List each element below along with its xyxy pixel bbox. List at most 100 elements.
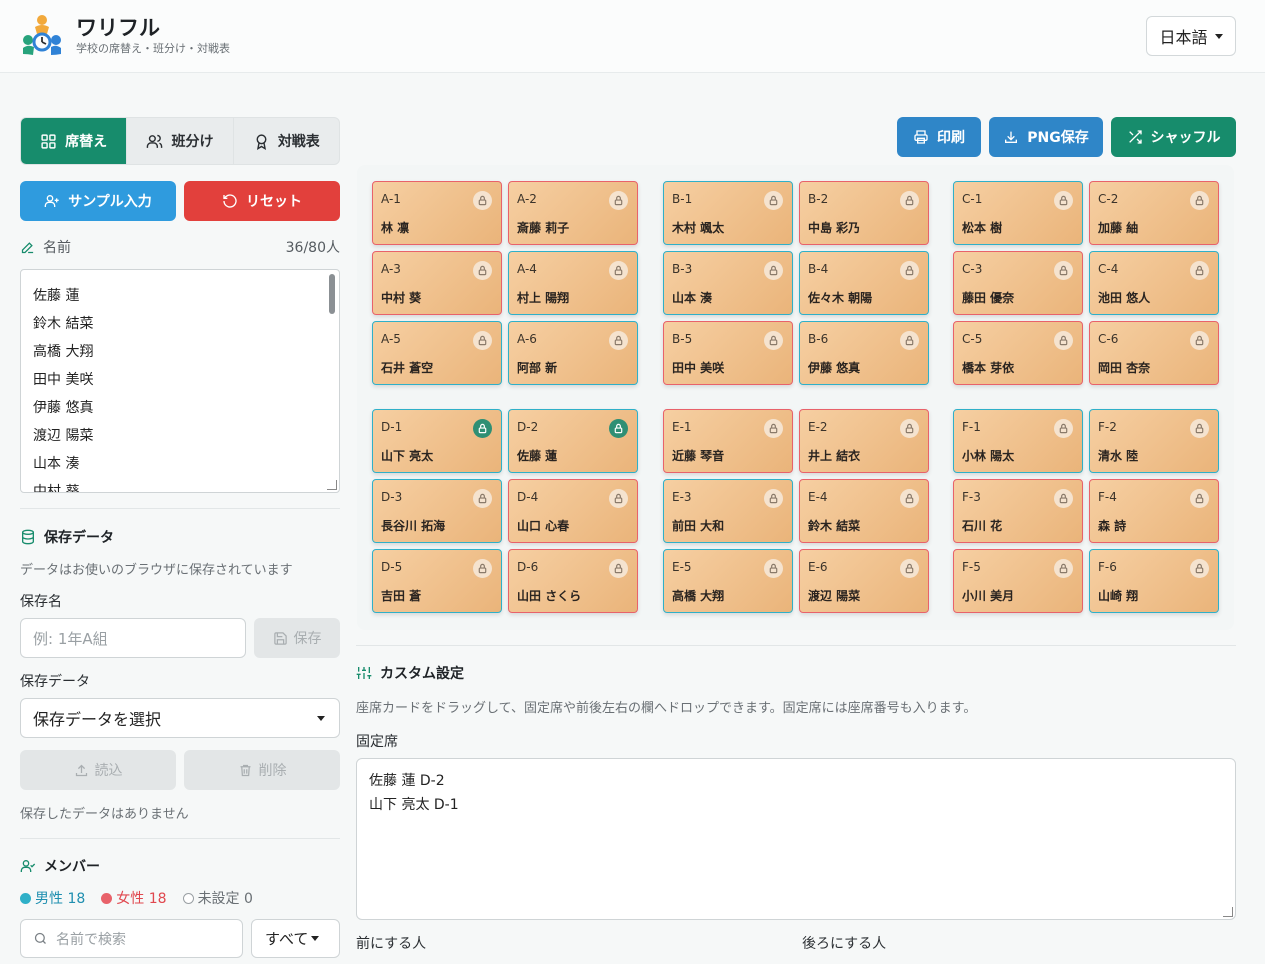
load-button-label: 読込 xyxy=(94,763,123,779)
lock-icon[interactable] xyxy=(764,489,783,508)
lock-icon[interactable] xyxy=(1054,419,1073,438)
lock-icon[interactable] xyxy=(473,559,492,578)
seat-card[interactable]: D-2 佐藤 蓮 xyxy=(508,409,638,473)
seat-card[interactable]: E-2 井上 結衣 xyxy=(799,409,929,473)
tab-matchups[interactable]: 対戦表 xyxy=(234,118,339,164)
fixed-seats-textarea[interactable]: 佐藤 蓮 D-2 山下 亮太 D-1 xyxy=(356,758,1236,920)
lock-icon[interactable] xyxy=(1190,559,1209,578)
seat-card[interactable]: E-1 近藤 琴音 xyxy=(663,409,793,473)
lock-icon[interactable] xyxy=(1190,191,1209,210)
seat-card[interactable]: D-1 山下 亮太 xyxy=(372,409,502,473)
lock-icon[interactable] xyxy=(900,191,919,210)
shuffle-label: シャッフル xyxy=(1150,130,1221,146)
language-select[interactable]: 日本語 xyxy=(1146,16,1236,56)
seat-card[interactable]: F-3 石川 花 xyxy=(953,479,1083,543)
save-name-input[interactable]: 例: 1年A組 xyxy=(20,618,246,658)
seat-card[interactable]: A-4 村上 陽翔 xyxy=(508,251,638,315)
save-button[interactable]: 保存 xyxy=(254,618,340,658)
lock-icon[interactable] xyxy=(1054,331,1073,350)
seat-card[interactable]: A-1 林 凛 xyxy=(372,181,502,245)
tab-seating[interactable]: 席替え xyxy=(21,118,128,164)
lock-icon[interactable] xyxy=(1054,489,1073,508)
seat-card[interactable]: B-5 田中 美咲 xyxy=(663,321,793,385)
seat-card[interactable]: B-6 伊藤 悠真 xyxy=(799,321,929,385)
seat-card[interactable]: D-6 山田 さくら xyxy=(508,549,638,613)
lock-icon[interactable] xyxy=(609,559,628,578)
seat-card[interactable]: C-2 加藤 紬 xyxy=(1089,181,1219,245)
chevron-down-icon xyxy=(1214,33,1223,39)
names-textarea[interactable]: 佐藤 蓮鈴木 結菜 高橋 大翔 田中 美咲 伊藤 悠真 渡辺 陽菜 山本 湊中村 葵 xyxy=(20,269,340,493)
seat-card[interactable]: F-1 小林 陽太 xyxy=(953,409,1083,473)
seat-card[interactable]: A-3 中村 葵 xyxy=(372,251,502,315)
lock-icon[interactable] xyxy=(609,331,628,350)
saved-data-select[interactable]: 保存データを選択 xyxy=(20,698,340,738)
member-search-input[interactable]: 名前で検索 xyxy=(20,919,243,958)
seat-card[interactable]: C-4 池田 悠人 xyxy=(1089,251,1219,315)
scrollbar-thumb[interactable] xyxy=(329,274,335,314)
lock-icon[interactable] xyxy=(1190,331,1209,350)
seat-card[interactable]: F-4 森 詩 xyxy=(1089,479,1219,543)
lock-icon[interactable] xyxy=(1190,419,1209,438)
seat-card[interactable]: C-1 松本 樹 xyxy=(953,181,1083,245)
seat-id: B-2 xyxy=(808,192,829,206)
png-save-button[interactable]: PNG保存 xyxy=(989,117,1103,157)
lock-icon[interactable] xyxy=(473,191,492,210)
seat-card[interactable]: E-3 前田 大和 xyxy=(663,479,793,543)
lock-icon[interactable] xyxy=(764,191,783,210)
lock-icon[interactable] xyxy=(764,331,783,350)
lock-icon[interactable] xyxy=(900,261,919,280)
lock-icon[interactable] xyxy=(1190,261,1209,280)
lock-icon[interactable] xyxy=(1054,261,1073,280)
seat-card[interactable]: B-1 木村 颯太 xyxy=(663,181,793,245)
load-button[interactable]: 読込 xyxy=(20,750,176,790)
lock-icon[interactable] xyxy=(1054,191,1073,210)
seat-card[interactable]: B-3 山本 湊 xyxy=(663,251,793,315)
lock-icon[interactable] xyxy=(609,261,628,280)
save-button-label: 保存 xyxy=(293,631,322,647)
tab-groups[interactable]: 班分け xyxy=(127,118,234,164)
lock-icon[interactable] xyxy=(609,419,628,438)
lock-icon[interactable] xyxy=(764,419,783,438)
lock-icon[interactable] xyxy=(473,489,492,508)
member-filter-select[interactable]: すべて xyxy=(251,919,340,958)
seat-card[interactable]: A-6 阿部 新 xyxy=(508,321,638,385)
seat-card[interactable]: F-6 山崎 翔 xyxy=(1089,549,1219,613)
resize-handle[interactable] xyxy=(1223,907,1233,917)
seat-card[interactable]: B-4 佐々木 朝陽 xyxy=(799,251,929,315)
print-button[interactable]: 印刷 xyxy=(897,117,981,157)
lock-icon[interactable] xyxy=(764,261,783,280)
lock-icon[interactable] xyxy=(473,419,492,438)
reset-button[interactable]: リセット xyxy=(184,181,340,221)
lock-icon[interactable] xyxy=(900,419,919,438)
seat-card[interactable]: C-6 岡田 杏奈 xyxy=(1089,321,1219,385)
trash-icon xyxy=(240,764,250,776)
lock-icon[interactable] xyxy=(900,489,919,508)
lock-icon[interactable] xyxy=(1190,489,1209,508)
lock-icon[interactable] xyxy=(473,331,492,350)
seat-card[interactable]: D-5 吉田 蒼 xyxy=(372,549,502,613)
lock-icon[interactable] xyxy=(609,191,628,210)
delete-button[interactable]: 削除 xyxy=(184,750,340,790)
seat-card[interactable]: E-4 鈴木 結菜 xyxy=(799,479,929,543)
seat-card[interactable]: B-2 中島 彩乃 xyxy=(799,181,929,245)
lock-icon[interactable] xyxy=(900,331,919,350)
seat-card[interactable]: D-4 山口 心春 xyxy=(508,479,638,543)
seat-card[interactable]: E-6 渡辺 陽菜 xyxy=(799,549,929,613)
shuffle-button[interactable]: シャッフル xyxy=(1111,117,1236,157)
lock-icon[interactable] xyxy=(473,261,492,280)
seat-card[interactable]: C-3 藤田 優奈 xyxy=(953,251,1083,315)
lock-icon[interactable] xyxy=(1054,559,1073,578)
lock-icon[interactable] xyxy=(764,559,783,578)
seat-card[interactable]: A-2 斎藤 莉子 xyxy=(508,181,638,245)
seat-card[interactable]: E-5 高橋 大翔 xyxy=(663,549,793,613)
sample-input-button[interactable]: サンプル入力 xyxy=(20,181,176,221)
lock-icon[interactable] xyxy=(609,489,628,508)
seat-card[interactable]: D-3 長谷川 拓海 xyxy=(372,479,502,543)
back-people-label: 後ろにする人 xyxy=(802,936,887,952)
seat-card[interactable]: F-2 清水 陸 xyxy=(1089,409,1219,473)
seat-card[interactable]: A-5 石井 蒼空 xyxy=(372,321,502,385)
lock-icon[interactable] xyxy=(900,559,919,578)
seat-card[interactable]: F-5 小川 美月 xyxy=(953,549,1083,613)
resize-handle[interactable] xyxy=(327,480,337,490)
seat-card[interactable]: C-5 橋本 芽依 xyxy=(953,321,1083,385)
